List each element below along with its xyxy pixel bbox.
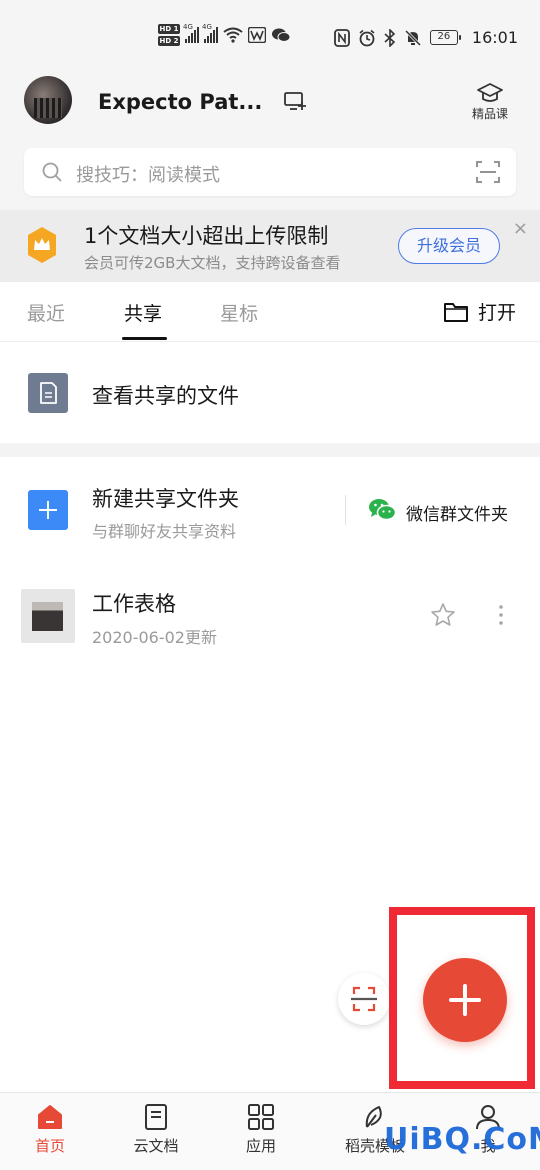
wechat-status-icon bbox=[272, 28, 291, 42]
wechat-icon[interactable] bbox=[368, 498, 396, 522]
wifi-icon bbox=[223, 27, 243, 43]
search-icon bbox=[42, 162, 62, 182]
close-icon[interactable]: × bbox=[513, 218, 528, 239]
status-right: 26 16:01 bbox=[333, 28, 518, 47]
nav-home[interactable]: 首页 bbox=[5, 1103, 95, 1156]
screen-cast-add-icon[interactable] bbox=[284, 91, 306, 111]
scan-document-icon bbox=[351, 986, 377, 1012]
add-new-button[interactable] bbox=[423, 958, 507, 1042]
section-divider bbox=[0, 443, 540, 457]
open-label: 打开 bbox=[477, 302, 516, 324]
active-tab-indicator bbox=[122, 337, 167, 340]
new-shared-folder-title: 新建共享文件夹 bbox=[92, 487, 239, 511]
cloud-docs-icon bbox=[145, 1104, 167, 1130]
scan-icon[interactable] bbox=[476, 161, 500, 183]
open-button[interactable]: 打开 bbox=[443, 298, 516, 325]
search-bar[interactable]: 搜技巧：阅读模式 bbox=[24, 148, 516, 196]
new-shared-folder-row[interactable]: 新建共享文件夹 与群聊好友共享资料 微信群文件夹 bbox=[0, 457, 540, 567]
nav-cloud-docs[interactable]: 云文档 bbox=[111, 1103, 201, 1156]
scan-document-button[interactable] bbox=[338, 973, 390, 1025]
folder-icon bbox=[443, 302, 468, 322]
file-tabs: 最近 共享 星标 打开 bbox=[0, 282, 540, 342]
nav-home-label: 首页 bbox=[34, 1137, 65, 1155]
signal-icon-2: 4G bbox=[202, 23, 218, 43]
header: Expecto Pat... 精品课 搜技巧：阅读模式 bbox=[0, 60, 540, 210]
star-icon[interactable] bbox=[430, 602, 456, 628]
status-left: HD 1 HD 2 4G 4G bbox=[158, 23, 291, 46]
status-bar: HD 1 HD 2 4G 4G 26 16:01 bbox=[0, 0, 540, 60]
new-shared-folder-subtitle: 与群聊好友共享资料 bbox=[92, 522, 237, 541]
vertical-divider bbox=[345, 495, 346, 525]
alarm-icon bbox=[359, 29, 375, 46]
nav-cloud-docs-label: 云文档 bbox=[133, 1137, 179, 1155]
graduation-cap-icon bbox=[477, 83, 503, 102]
home-icon bbox=[38, 1105, 62, 1129]
watermark: UiBQ.CoM bbox=[384, 1122, 540, 1157]
signal-icon: 4G bbox=[183, 23, 199, 43]
wechat-group-folder-label[interactable]: 微信群文件夹 bbox=[406, 500, 508, 525]
search-placeholder: 搜技巧：阅读模式 bbox=[76, 165, 220, 186]
crown-icon bbox=[28, 227, 56, 263]
bluetooth-icon bbox=[384, 28, 396, 47]
tab-starred[interactable]: 星标 bbox=[220, 299, 258, 326]
file-thumbnail bbox=[21, 589, 75, 643]
hd1-badge: HD 1 bbox=[158, 24, 180, 34]
view-shared-files-row[interactable]: 查看共享的文件 bbox=[0, 343, 540, 443]
tab-shared[interactable]: 共享 bbox=[124, 299, 162, 326]
nfc-icon bbox=[333, 28, 350, 47]
hd-indicator: HD 1 HD 2 bbox=[158, 24, 180, 46]
premium-courses-label: 精品课 bbox=[471, 107, 508, 121]
document-icon bbox=[28, 373, 68, 413]
network-type-2: 4G bbox=[202, 23, 212, 31]
network-type-1: 4G bbox=[183, 23, 193, 31]
premium-courses-button[interactable]: 精品课 bbox=[468, 82, 512, 122]
more-vertical-icon[interactable] bbox=[494, 603, 508, 627]
avatar[interactable] bbox=[24, 76, 72, 124]
banner-title: 1个文档大小超出上传限制 bbox=[84, 224, 329, 248]
add-folder-icon bbox=[28, 490, 68, 530]
wps-app-icon bbox=[248, 27, 266, 43]
hd2-badge: HD 2 bbox=[158, 36, 180, 46]
battery-icon: 26 bbox=[429, 30, 461, 45]
mute-icon bbox=[404, 29, 421, 46]
nav-apps-label: 应用 bbox=[245, 1137, 276, 1155]
banner-subtitle: 会员可传2GB大文档，支持跨设备查看 bbox=[84, 254, 341, 272]
apps-grid-icon bbox=[248, 1104, 274, 1130]
file-row[interactable]: 工作表格 2020-06-02更新 bbox=[0, 567, 540, 667]
view-shared-files-label: 查看共享的文件 bbox=[92, 384, 239, 408]
username[interactable]: Expecto Pat... bbox=[98, 90, 262, 114]
file-updated-date: 2020-06-02更新 bbox=[92, 628, 217, 647]
clock: 16:01 bbox=[471, 28, 518, 47]
upgrade-membership-button[interactable]: 升级会员 bbox=[398, 228, 500, 264]
upload-limit-banner: 1个文档大小超出上传限制 会员可传2GB大文档，支持跨设备查看 升级会员 × bbox=[0, 210, 540, 282]
tab-recent[interactable]: 最近 bbox=[27, 299, 65, 326]
file-name: 工作表格 bbox=[92, 592, 176, 616]
nav-apps[interactable]: 应用 bbox=[216, 1103, 306, 1156]
